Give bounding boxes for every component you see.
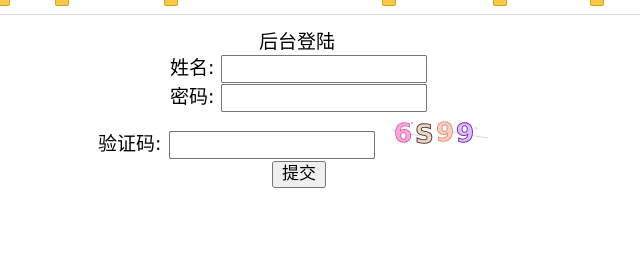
captcha-label: 验证码:	[98, 133, 162, 155]
folder-icon[interactable]	[164, 0, 178, 6]
folder-icon[interactable]	[382, 0, 396, 6]
captcha-char-3: 9	[436, 118, 454, 148]
captcha-char-2: S	[415, 120, 434, 150]
captcha-char-4: 9	[456, 119, 474, 149]
password-label: 密码:	[170, 86, 215, 108]
submit-button[interactable]: 提交	[272, 161, 326, 188]
folder-icon[interactable]	[55, 0, 69, 6]
name-label: 姓名:	[170, 57, 215, 79]
captcha-input[interactable]	[169, 131, 375, 159]
folder-icon[interactable]	[590, 0, 604, 6]
password-input[interactable]	[221, 84, 427, 112]
captcha-image[interactable]: 6 S 9 9	[390, 114, 490, 150]
page-title: 后台登陆	[259, 31, 336, 53]
folder-icon[interactable]	[0, 0, 10, 6]
folder-icon[interactable]	[493, 0, 507, 6]
name-input[interactable]	[221, 55, 427, 83]
captcha-char-1: 6	[394, 119, 412, 149]
bookmarks-bar	[0, 0, 640, 15]
